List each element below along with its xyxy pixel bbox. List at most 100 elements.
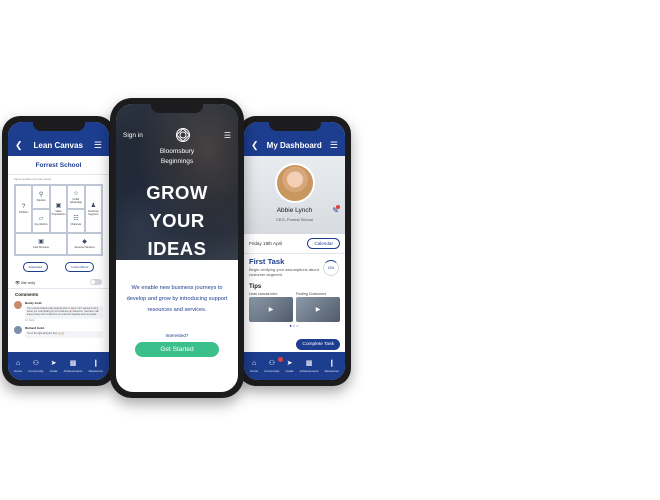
comment-author: Becky Gold bbox=[25, 301, 42, 305]
invite-others-button[interactable]: Invite Others bbox=[65, 262, 95, 272]
tab-resources[interactable]: ❙ Resources bbox=[325, 360, 339, 373]
tip-label: Lean canvas intro bbox=[249, 291, 278, 296]
phone-notch bbox=[268, 122, 321, 131]
tab-label: Resources bbox=[88, 368, 103, 373]
tip-label: Finding Customers bbox=[296, 291, 327, 296]
home-icon: ⌂ bbox=[15, 359, 21, 367]
phone-notch bbox=[151, 104, 203, 113]
tab-community[interactable]: ⚇ Community bbox=[28, 360, 43, 373]
carousel-dots: ●○○ bbox=[289, 322, 300, 328]
community-icon: ⚇ bbox=[268, 359, 275, 367]
tab-label: Home bbox=[250, 368, 259, 373]
community-icon: ⚇ bbox=[32, 359, 39, 367]
canvas-cell-problem[interactable]: ? Problem bbox=[15, 185, 33, 234]
download-button[interactable]: Download bbox=[22, 262, 48, 272]
bottom-tab-bar: ⌂ Home ⚇ Community ➤ Goals ▩ Achievements ❙ R… bbox=[244, 352, 345, 380]
complete-task-button[interactable]: Complete Task bbox=[296, 339, 340, 350]
play-icon: ▶ bbox=[296, 296, 340, 322]
tab-resources[interactable]: ❙ Resources bbox=[89, 360, 103, 373]
tab-achievements[interactable]: ▩ Achievements bbox=[64, 360, 83, 373]
metrics-icon: ▱ bbox=[38, 216, 44, 223]
people-icon: ♟ bbox=[90, 202, 96, 209]
lean-canvas-screen: ❮ Lean Canvas ☰ Forrest School Tap to co… bbox=[8, 122, 109, 380]
key-icon: ⚲ bbox=[38, 192, 44, 199]
tab-label: Achievements bbox=[299, 368, 319, 373]
task-card[interactable]: First Task Begin verifying your assumpti… bbox=[244, 253, 345, 281]
revenue-icon: ◆ bbox=[82, 239, 87, 246]
comment-body: Richard Gold I'm on the right along the … bbox=[25, 326, 103, 338]
home-icon: ⌂ bbox=[251, 359, 257, 367]
cell-label: Channels bbox=[70, 223, 82, 227]
tip-carousel[interactable]: Lean canvas intro ▶ Finding Customers ▶ bbox=[249, 292, 340, 322]
cell-label: Unfair Advantage bbox=[69, 197, 82, 204]
canvas-cell-key-metrics[interactable]: ▱ Key Metrics bbox=[32, 209, 50, 234]
cell-label: Solution bbox=[36, 199, 46, 203]
tab-goals[interactable]: ➤ Goals bbox=[286, 360, 294, 373]
tips-section: Tips Lean canvas intro ▶ Finding Custome… bbox=[244, 281, 345, 328]
lean-canvas-grid: ? Problem ⚲ Solution ▣ Value Proposition… bbox=[14, 184, 103, 256]
chart-icon: ▩ bbox=[69, 359, 77, 367]
tab-home[interactable]: ⌂ Home bbox=[14, 360, 22, 373]
profile-avatar[interactable] bbox=[274, 163, 315, 203]
visibility-text: Me only bbox=[21, 279, 36, 285]
canvas-cell-unfair-advantage[interactable]: ☆ Unfair Advantage bbox=[67, 185, 85, 210]
sign-in-link[interactable]: Sign in bbox=[123, 132, 143, 139]
canvas-cell-revenue-streams[interactable]: ◆ Revenue Streams bbox=[67, 233, 102, 255]
org-name: Forrest School bbox=[8, 156, 109, 175]
canvas-cell-value-proposition[interactable]: ▣ Value Propositions bbox=[49, 185, 68, 234]
tab-label: Resources bbox=[324, 368, 339, 373]
profile-role: CEO, Forrest School bbox=[276, 217, 313, 222]
bottom-tab-bar: ⌂ Home ⚇ Community ➤ Goals ▩ Achievements ❙ R… bbox=[8, 352, 109, 380]
play-icon: ▶ bbox=[249, 296, 293, 322]
calendar-button[interactable]: Calendar bbox=[307, 238, 340, 249]
chevron-left-icon[interactable]: ❮ bbox=[251, 141, 259, 150]
tab-label: Community bbox=[264, 368, 280, 373]
profile-name: Abbie Lynch bbox=[276, 207, 313, 214]
comment-text: Your canvas looked really amazing when I… bbox=[25, 306, 103, 319]
visibility-row: 👁 Me only bbox=[8, 276, 109, 288]
cell-label: Value Propositions bbox=[51, 209, 66, 216]
headline-line: GROW bbox=[146, 182, 208, 203]
chart-icon: ▩ bbox=[305, 359, 313, 367]
chevron-left-icon[interactable]: ❮ bbox=[15, 141, 23, 150]
hamburger-menu-icon[interactable]: ☰ bbox=[94, 141, 102, 150]
avatar bbox=[14, 301, 22, 309]
resources-icon: ❙ bbox=[328, 359, 335, 367]
comment-author: Richard Gold bbox=[25, 325, 44, 330]
canvas-cell-solution[interactable]: ⚲ Solution bbox=[32, 185, 50, 210]
headline-line: YOUR bbox=[149, 209, 205, 231]
task-description: Begin verifying your assumptions about c… bbox=[249, 267, 319, 278]
canvas-cell-channels[interactable]: ☷ Channels bbox=[67, 209, 85, 234]
brand-logo-icon bbox=[176, 128, 191, 142]
header-title: Lean Canvas bbox=[33, 141, 83, 150]
comment-meta[interactable]: 2m Reply bbox=[25, 320, 103, 322]
comments-title: Comments bbox=[8, 288, 109, 299]
comment-body: Becky Gold Your canvas looked really ama… bbox=[25, 301, 103, 322]
send-icon: ➤ bbox=[286, 359, 293, 367]
canvas-cell-customer-segment[interactable]: ♟ Customer Segment bbox=[84, 185, 102, 234]
channels-icon: ☷ bbox=[73, 216, 79, 223]
canvas-cell-cost-structure[interactable]: ▣ Cost Structure bbox=[15, 233, 68, 255]
tab-home[interactable]: ⌂ Home bbox=[250, 360, 258, 373]
visibility-label: 👁 Me only bbox=[15, 279, 36, 285]
landing-top-bar: Sign in ☰ bbox=[123, 128, 231, 142]
visibility-toggle[interactable] bbox=[90, 279, 102, 285]
tip-card[interactable]: Finding Customers ▶ bbox=[296, 292, 340, 322]
phone-dashboard: ❮ My Dashboard ☰ Abbie Lynch CEO, Forres… bbox=[238, 116, 351, 386]
date-row: Friday 19th April Calendar bbox=[244, 234, 345, 253]
hamburger-menu-icon[interactable]: ☰ bbox=[224, 131, 231, 140]
tip-card[interactable]: Lean canvas intro ▶ bbox=[249, 292, 293, 322]
phone-landing: Sign in ☰ Bloomsbury Beginnings GROW YOU… bbox=[110, 98, 244, 398]
tab-goals[interactable]: ➤ Goals bbox=[50, 360, 58, 373]
avatar bbox=[14, 325, 22, 334]
hero-headline: GROW YOUR IDEAS bbox=[116, 179, 238, 262]
interested-label: Interested? bbox=[165, 332, 189, 338]
get-started-button[interactable]: Get Started bbox=[135, 341, 219, 357]
tab-achievements[interactable]: ▩ Achievements bbox=[300, 360, 319, 373]
landing-screen: Sign in ☰ Bloomsbury Beginnings GROW YOU… bbox=[116, 104, 238, 392]
canvas-actions: Download Invite Others bbox=[8, 256, 109, 276]
hamburger-menu-icon[interactable]: ☰ bbox=[330, 141, 338, 150]
cell-label: Key Metrics bbox=[34, 223, 48, 227]
comment-text: I'm on the right along the lines 👍 💬 bbox=[25, 330, 103, 338]
tab-community[interactable]: ⚇ Community bbox=[264, 356, 284, 373]
